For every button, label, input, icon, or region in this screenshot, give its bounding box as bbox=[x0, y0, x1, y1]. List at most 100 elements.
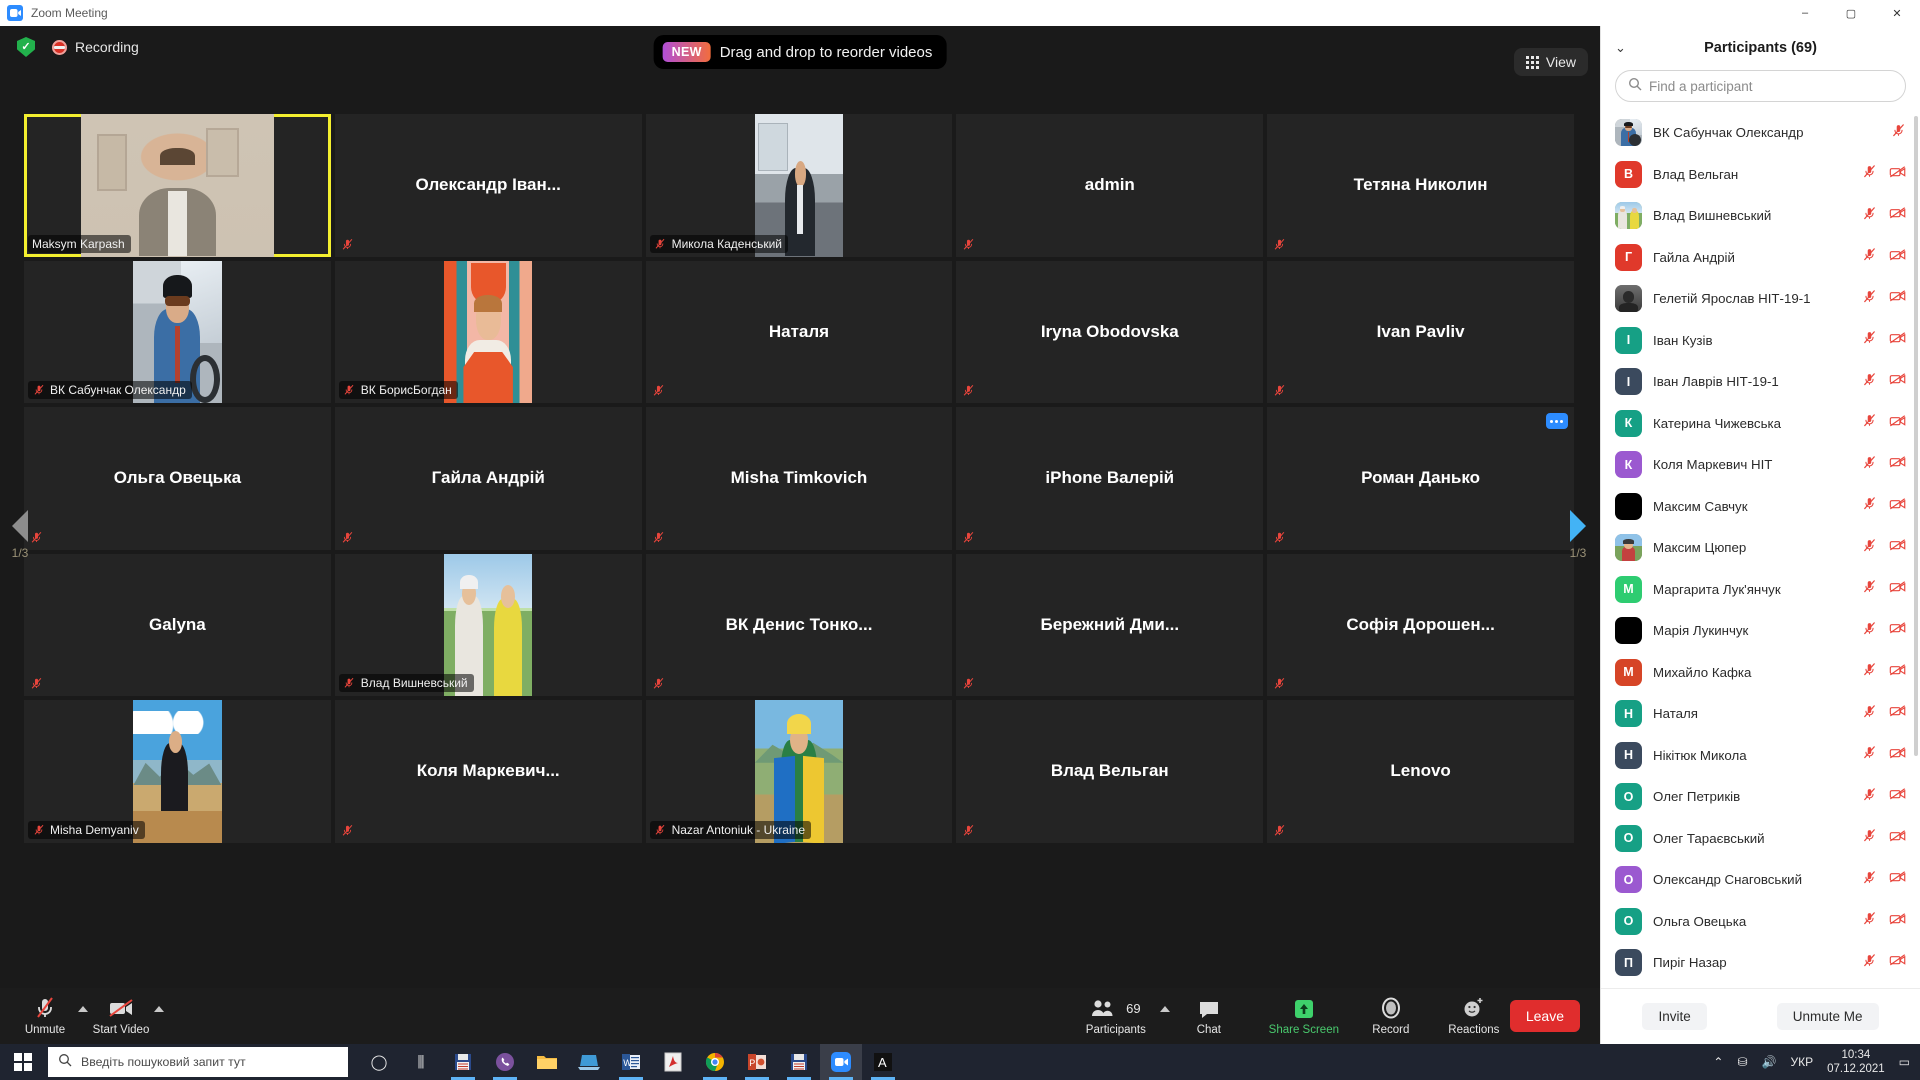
participant-row[interactable]: ППиріг Назар bbox=[1601, 942, 1920, 984]
video-tile[interactable]: Коля Маркевич... bbox=[335, 700, 642, 843]
video-tile[interactable]: Lenovo bbox=[1267, 700, 1574, 843]
taskbar-clock[interactable]: 10:34 07.12.2021 bbox=[1827, 1048, 1885, 1076]
mic-off-icon[interactable] bbox=[1862, 953, 1877, 973]
participant-row[interactable]: ММихайло Кафка bbox=[1601, 652, 1920, 694]
volume-icon[interactable]: 🔊 bbox=[1762, 1055, 1777, 1069]
maximize-button[interactable]: ▢ bbox=[1828, 0, 1874, 26]
video-tile[interactable]: Влад Вишневський bbox=[335, 554, 642, 697]
language-indicator[interactable]: УКР bbox=[1790, 1055, 1813, 1069]
video-tile[interactable]: Ivan Pavliv bbox=[1267, 261, 1574, 404]
participant-row[interactable] bbox=[1601, 984, 1920, 989]
tile-more-options-button[interactable] bbox=[1546, 413, 1568, 429]
participant-row[interactable]: ММаргарита Лук'янчук bbox=[1601, 569, 1920, 611]
video-tile[interactable]: Тетяна Николин bbox=[1267, 114, 1574, 257]
mic-off-icon[interactable] bbox=[1862, 870, 1877, 890]
taskbar-file-explorer-icon[interactable] bbox=[526, 1044, 568, 1080]
participant-row[interactable]: Максим Цюпер bbox=[1601, 527, 1920, 569]
mic-off-icon[interactable] bbox=[1862, 538, 1877, 558]
taskbar-laptop-icon[interactable] bbox=[568, 1044, 610, 1080]
video-tile[interactable]: Наталя bbox=[646, 261, 953, 404]
participant-row[interactable]: ООлег Тараєвський bbox=[1601, 818, 1920, 860]
participant-row[interactable]: ГГайла Андрій bbox=[1601, 237, 1920, 279]
participant-row[interactable]: Максим Савчук bbox=[1601, 486, 1920, 528]
participant-row[interactable]: ІІван Лаврів НІТ-19-1 bbox=[1601, 361, 1920, 403]
participant-row[interactable]: ООлег Петриків bbox=[1601, 776, 1920, 818]
video-tile[interactable]: ВК БорисБогдан bbox=[335, 261, 642, 404]
taskbar-cortana-icon[interactable]: ◯ bbox=[358, 1044, 400, 1080]
taskbar-search[interactable]: Введіть пошуковий запит тут bbox=[48, 1047, 348, 1077]
collapse-panel-icon[interactable]: ⌄ bbox=[1615, 40, 1626, 56]
taskbar-powerpoint-icon[interactable]: P bbox=[736, 1044, 778, 1080]
mic-off-icon[interactable] bbox=[1862, 828, 1877, 848]
video-tile[interactable]: Maksym Karpash bbox=[24, 114, 331, 257]
video-tile[interactable]: Ольга Овецька bbox=[24, 407, 331, 550]
reactions-button[interactable]: Reactions bbox=[1438, 996, 1510, 1036]
participants-options-button[interactable] bbox=[1156, 989, 1174, 1029]
camera-off-icon[interactable] bbox=[1889, 455, 1907, 474]
video-tile[interactable]: Galyna bbox=[24, 554, 331, 697]
onedrive-icon[interactable]: ⛁ bbox=[1737, 1055, 1747, 1069]
camera-off-icon[interactable] bbox=[1889, 621, 1907, 640]
video-tile[interactable]: Микола Каденський bbox=[646, 114, 953, 257]
mic-off-icon[interactable] bbox=[1862, 662, 1877, 682]
participant-row[interactable]: Гелетій Ярослав НІТ-19-1 bbox=[1601, 278, 1920, 320]
share-screen-button[interactable]: Share Screen bbox=[1264, 996, 1344, 1036]
video-tile[interactable]: Роман Данько bbox=[1267, 407, 1574, 550]
close-button[interactable]: ✕ bbox=[1874, 0, 1920, 26]
participant-row[interactable]: Марія Лукинчук bbox=[1601, 610, 1920, 652]
taskbar-viber-icon[interactable] bbox=[484, 1044, 526, 1080]
camera-off-icon[interactable] bbox=[1889, 704, 1907, 723]
mic-off-icon[interactable] bbox=[1862, 496, 1877, 516]
mic-off-icon[interactable] bbox=[1862, 787, 1877, 807]
participant-row[interactable]: Влад Вишневський bbox=[1601, 195, 1920, 237]
video-tile[interactable]: iPhone Валерій bbox=[956, 407, 1263, 550]
mic-off-icon[interactable] bbox=[1862, 455, 1877, 475]
participants-button[interactable]: 69 Participants bbox=[1076, 996, 1156, 1036]
mic-off-icon[interactable] bbox=[1862, 330, 1877, 350]
mic-off-icon[interactable] bbox=[1862, 704, 1877, 724]
encryption-shield-icon[interactable]: ✓ bbox=[16, 36, 36, 58]
video-tile[interactable]: admin bbox=[956, 114, 1263, 257]
taskbar-save-app2-icon[interactable] bbox=[778, 1044, 820, 1080]
participant-row[interactable]: ІІван Кузів bbox=[1601, 320, 1920, 362]
video-tile[interactable]: Влад Вельган bbox=[956, 700, 1263, 843]
participant-search-box[interactable] bbox=[1615, 70, 1906, 102]
camera-off-icon[interactable] bbox=[1889, 248, 1907, 267]
video-tile[interactable]: Misha Demyaniv bbox=[24, 700, 331, 843]
participant-row[interactable]: ННікітюк Микола bbox=[1601, 735, 1920, 777]
taskbar-word-icon[interactable]: W bbox=[610, 1044, 652, 1080]
camera-off-icon[interactable] bbox=[1889, 497, 1907, 516]
reorder-videos-banner[interactable]: NEW Drag and drop to reorder videos bbox=[654, 35, 947, 69]
notifications-icon[interactable]: ▭ bbox=[1899, 1055, 1910, 1069]
minimize-button[interactable]: – bbox=[1782, 0, 1828, 26]
mic-off-icon[interactable] bbox=[1862, 911, 1877, 931]
participant-row[interactable]: ВК Сабунчак Олександр bbox=[1601, 112, 1920, 154]
mic-off-icon[interactable] bbox=[1862, 579, 1877, 599]
participant-row[interactable]: ННаталя bbox=[1601, 693, 1920, 735]
video-tile[interactable]: Гайла Андрій bbox=[335, 407, 642, 550]
mic-off-icon[interactable] bbox=[1862, 745, 1877, 765]
mic-off-icon[interactable] bbox=[1862, 413, 1877, 433]
start-button[interactable] bbox=[0, 1053, 46, 1071]
participant-row[interactable]: ВВлад Вельган bbox=[1601, 154, 1920, 196]
invite-button[interactable]: Invite bbox=[1642, 1003, 1706, 1030]
mic-off-icon[interactable] bbox=[1862, 289, 1877, 309]
mic-off-icon[interactable] bbox=[1862, 372, 1877, 392]
participant-row[interactable]: ООлександр Снаговський bbox=[1601, 859, 1920, 901]
camera-off-icon[interactable] bbox=[1889, 372, 1907, 391]
audio-options-button[interactable] bbox=[74, 989, 92, 1029]
video-tile[interactable]: Misha Timkovich bbox=[646, 407, 953, 550]
mic-off-icon[interactable] bbox=[1862, 247, 1877, 267]
video-tile[interactable]: ВК Сабунчак Олександр bbox=[24, 261, 331, 404]
camera-off-icon[interactable] bbox=[1889, 165, 1907, 184]
video-tile[interactable]: Nazar Antoniuk - Ukraine bbox=[646, 700, 953, 843]
view-button[interactable]: View bbox=[1514, 48, 1588, 76]
start-video-button[interactable]: Start Video bbox=[92, 996, 150, 1036]
taskbar-save-app-icon[interactable] bbox=[442, 1044, 484, 1080]
participant-search-input[interactable] bbox=[1649, 79, 1893, 94]
camera-off-icon[interactable] bbox=[1889, 746, 1907, 765]
video-tile[interactable]: Бережний Дми... bbox=[956, 554, 1263, 697]
participant-row[interactable]: ККатерина Чижевська bbox=[1601, 403, 1920, 445]
video-tile[interactable]: ВК Денис Тонко... bbox=[646, 554, 953, 697]
participants-list[interactable]: ВК Сабунчак ОлександрВВлад ВельганВлад В… bbox=[1601, 112, 1920, 988]
